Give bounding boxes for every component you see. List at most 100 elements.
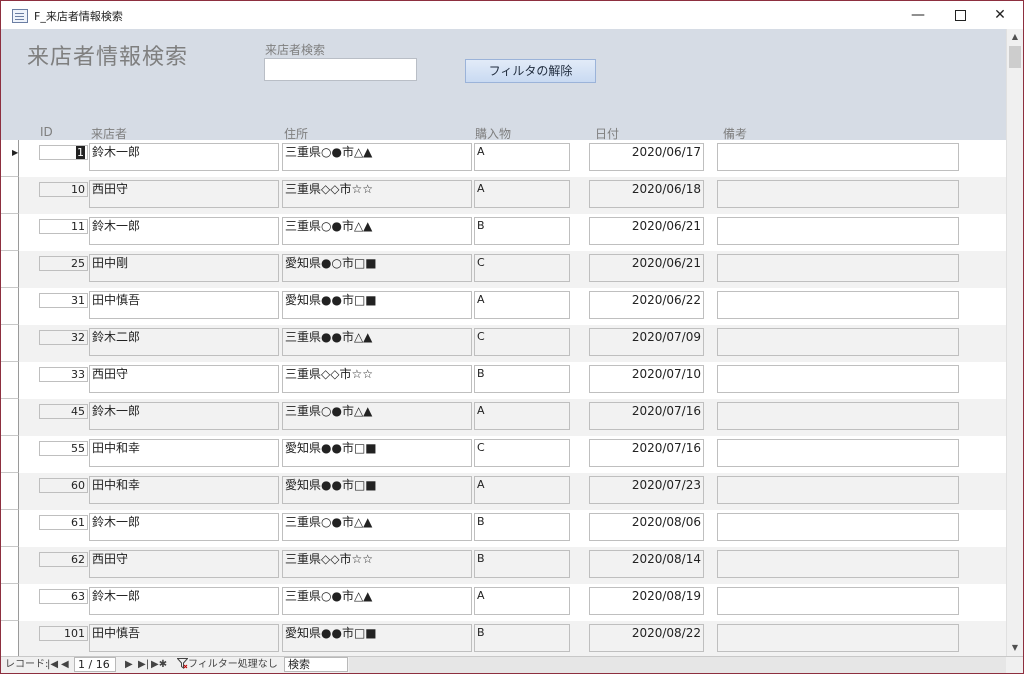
visitor-name-field[interactable]: 鈴木二郎 [89,328,279,356]
record-selector[interactable] [1,399,19,436]
address-field[interactable]: 愛知県●●市□■ [282,439,472,467]
address-field[interactable]: 愛知県●●市□■ [282,291,472,319]
address-field[interactable]: 三重県○●市△▲ [282,587,472,615]
record-search-input[interactable]: 検索 [284,657,348,672]
close-button[interactable]: ✕ [977,1,1023,29]
visitor-name-field[interactable]: 田中和幸 [89,476,279,504]
date-field[interactable]: 2020/07/16 [589,439,704,467]
note-field[interactable] [717,402,959,430]
date-field[interactable]: 2020/06/18 [589,180,704,208]
visitor-name-field[interactable]: 田中慎吾 [89,291,279,319]
note-field[interactable] [717,476,959,504]
address-field[interactable]: 三重県◇◇市☆☆ [282,180,472,208]
minimize-button[interactable]: — [895,1,941,29]
id-field[interactable]: 62 [39,552,88,567]
purchase-item-field[interactable]: B [474,513,570,541]
date-field[interactable]: 2020/08/06 [589,513,704,541]
purchase-item-field[interactable]: A [474,291,570,319]
id-field[interactable]: 33 [39,367,88,382]
new-record-icon[interactable]: ▶✱ [151,658,167,672]
record-selector[interactable] [1,547,19,584]
scroll-up-icon[interactable]: ▲ [1007,29,1023,45]
note-field[interactable] [717,143,959,171]
purchase-item-field[interactable]: A [474,143,570,171]
date-field[interactable]: 2020/07/23 [589,476,704,504]
previous-record-icon[interactable]: ◀ [61,658,69,672]
purchase-item-field[interactable]: C [474,328,570,356]
record-selector[interactable] [1,214,19,251]
address-field[interactable]: 愛知県●●市□■ [282,624,472,652]
purchase-item-field[interactable]: B [474,550,570,578]
id-field[interactable]: 31 [39,293,88,308]
record-selector[interactable] [1,251,19,288]
record-selector[interactable] [1,473,19,510]
purchase-item-field[interactable]: B [474,217,570,245]
purchase-item-field[interactable]: A [474,476,570,504]
scroll-down-icon[interactable]: ▼ [1007,640,1023,656]
date-field[interactable]: 2020/06/22 [589,291,704,319]
visitor-name-field[interactable]: 鈴木一郎 [89,402,279,430]
id-field[interactable]: 101 [39,626,88,641]
id-field[interactable]: 25 [39,256,88,271]
note-field[interactable] [717,365,959,393]
note-field[interactable] [717,217,959,245]
address-field[interactable]: 愛知県●●市□■ [282,476,472,504]
address-field[interactable]: 愛知県●○市□■ [282,254,472,282]
address-field[interactable]: 三重県◇◇市☆☆ [282,365,472,393]
date-field[interactable]: 2020/08/14 [589,550,704,578]
date-field[interactable]: 2020/07/16 [589,402,704,430]
date-field[interactable]: 2020/08/22 [589,624,704,652]
purchase-item-field[interactable]: A [474,180,570,208]
filter-status[interactable]: フィルター処理なし [176,658,278,672]
date-field[interactable]: 2020/06/21 [589,254,704,282]
id-field[interactable]: 10 [39,182,88,197]
note-field[interactable] [717,624,959,652]
note-field[interactable] [717,328,959,356]
note-field[interactable] [717,513,959,541]
date-field[interactable]: 2020/07/10 [589,365,704,393]
record-selector[interactable] [1,362,19,399]
note-field[interactable] [717,291,959,319]
record-position-input[interactable]: 1 / 16 [74,657,116,672]
visitor-name-field[interactable]: 西田守 [89,180,279,208]
address-field[interactable]: 三重県○●市△▲ [282,513,472,541]
purchase-item-field[interactable]: A [474,587,570,615]
note-field[interactable] [717,180,959,208]
note-field[interactable] [717,439,959,467]
clear-filter-button[interactable]: フィルタの解除 [465,59,596,83]
visitor-name-field[interactable]: 鈴木一郎 [89,587,279,615]
note-field[interactable] [717,550,959,578]
record-selector[interactable] [1,510,19,547]
record-selector[interactable] [1,288,19,325]
record-selector[interactable]: ▶ [1,140,19,177]
date-field[interactable]: 2020/07/09 [589,328,704,356]
date-field[interactable]: 2020/06/21 [589,217,704,245]
id-field[interactable]: 61 [39,515,88,530]
last-record-icon[interactable]: ▶| [138,658,149,672]
note-field[interactable] [717,254,959,282]
id-field[interactable]: 60 [39,478,88,493]
purchase-item-field[interactable]: B [474,624,570,652]
visitor-name-field[interactable]: 鈴木一郎 [89,217,279,245]
address-field[interactable]: 三重県○●市△▲ [282,143,472,171]
purchase-item-field[interactable]: C [474,254,570,282]
purchase-item-field[interactable]: B [474,365,570,393]
date-field[interactable]: 2020/06/17 [589,143,704,171]
first-record-icon[interactable]: |◀ [47,658,58,672]
id-field[interactable]: 45 [39,404,88,419]
visitor-name-field[interactable]: 鈴木一郎 [89,143,279,171]
visitor-name-field[interactable]: 田中慎吾 [89,624,279,652]
record-selector[interactable] [1,177,19,214]
note-field[interactable] [717,587,959,615]
visitor-name-field[interactable]: 田中剛 [89,254,279,282]
id-field[interactable]: 63 [39,589,88,604]
address-field[interactable]: 三重県◇◇市☆☆ [282,550,472,578]
record-selector[interactable] [1,621,19,656]
search-input[interactable] [264,58,417,81]
visitor-name-field[interactable]: 田中和幸 [89,439,279,467]
purchase-item-field[interactable]: A [474,402,570,430]
address-field[interactable]: 三重県●●市△▲ [282,328,472,356]
record-selector[interactable] [1,325,19,362]
id-field[interactable]: 11 [39,219,88,234]
record-selector[interactable] [1,584,19,621]
